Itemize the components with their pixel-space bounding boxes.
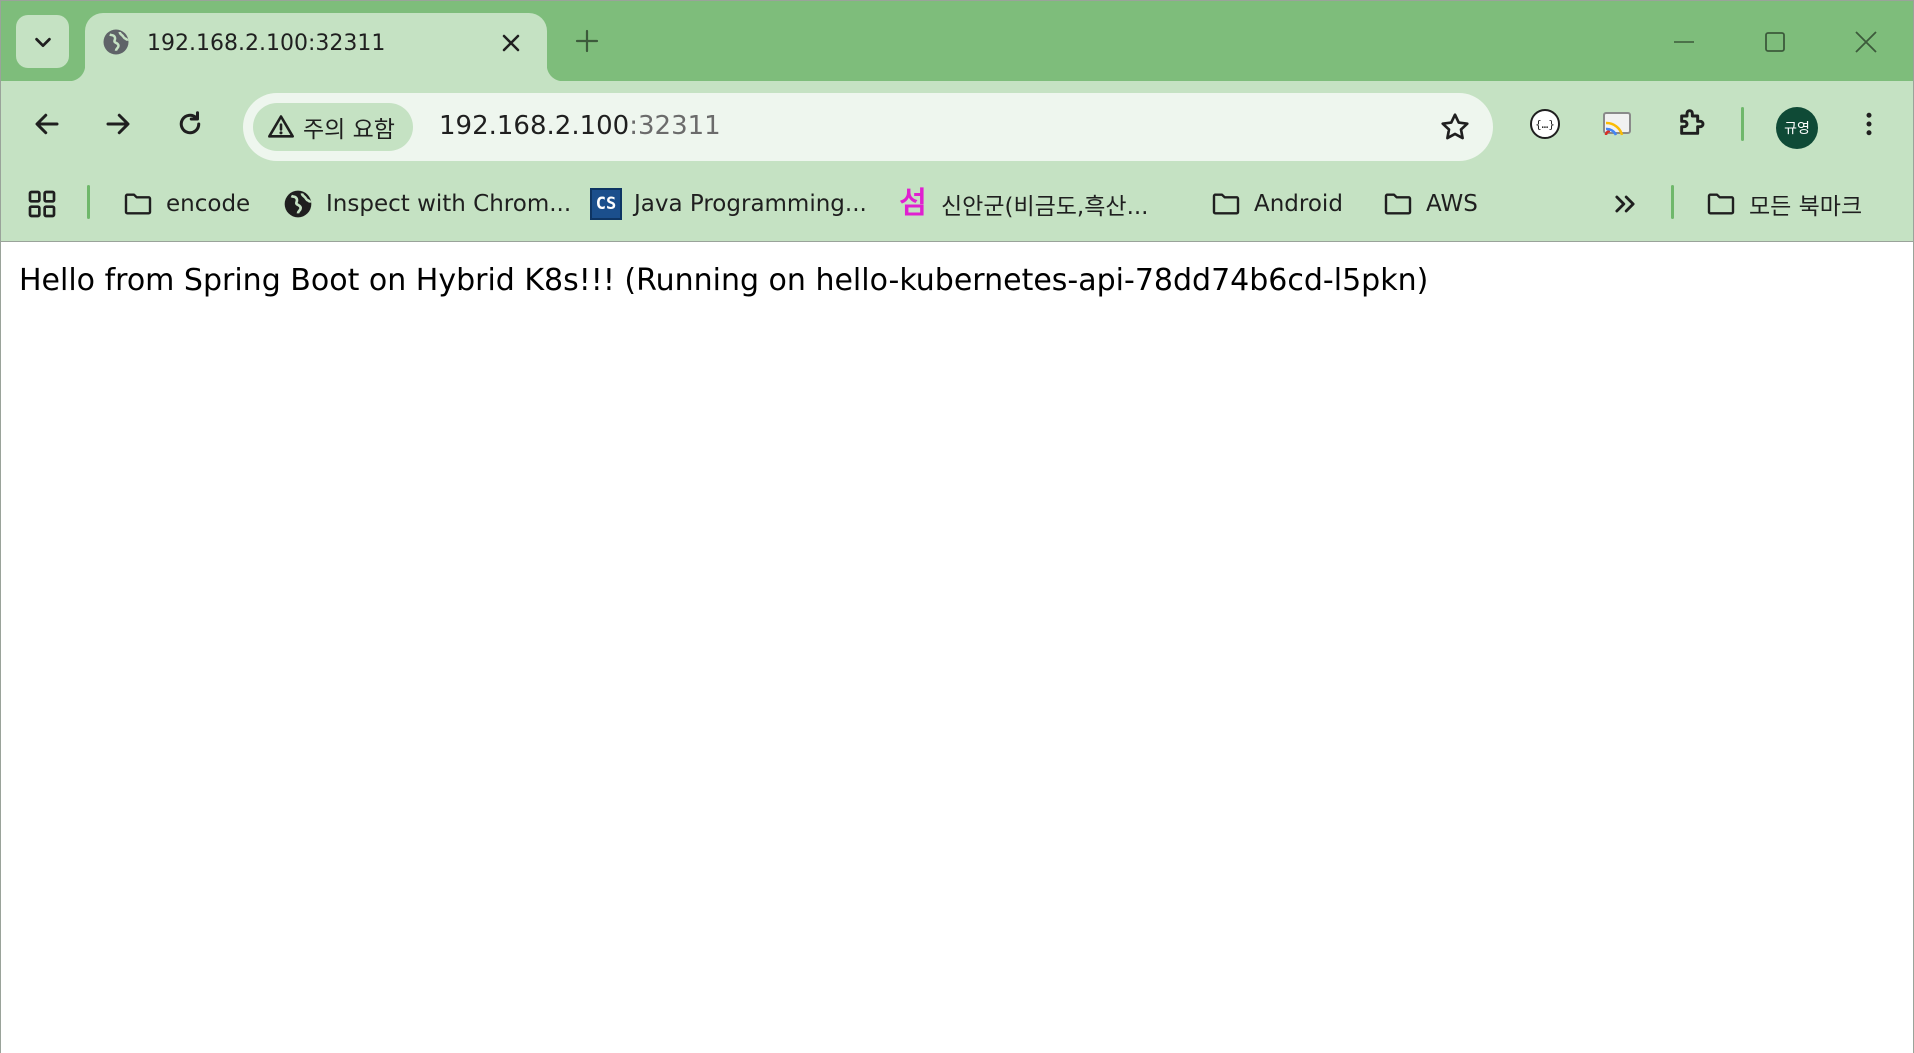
bookmarks-divider: [1671, 185, 1674, 219]
bookmark-android[interactable]: Android: [1210, 181, 1343, 227]
response-text: Hello from Spring Boot on Hybrid K8s!!! …: [19, 263, 1429, 298]
bookmarks-divider: [87, 185, 90, 219]
bookmark-encode[interactable]: encode: [122, 181, 250, 227]
cast-extension[interactable]: [1592, 99, 1642, 149]
toolbar-divider: [1741, 107, 1744, 141]
url-text[interactable]: 192.168.2.100:32311: [439, 111, 721, 141]
tab-title: 192.168.2.100:32311: [147, 31, 386, 56]
apps-grid-icon: [28, 190, 56, 218]
chevron-down-icon: [34, 37, 51, 47]
json-braces-icon: {…}: [1530, 109, 1560, 139]
security-chip-label: 주의 요함: [303, 117, 395, 143]
maximize-icon: [1765, 32, 1785, 52]
forward-button[interactable]: [93, 99, 143, 149]
cs-icon: CS: [590, 188, 622, 220]
seom-icon: 섬: [899, 186, 927, 221]
browser-window: 192.168.2.100:32311 주의 요함 192.168.2.100:…: [0, 0, 1914, 1053]
all-bookmarks-button[interactable]: 모든 북마크: [1705, 181, 1862, 227]
cast-icon: [1603, 112, 1631, 136]
security-chip[interactable]: 주의 요함: [253, 103, 413, 151]
page-content: Hello from Spring Boot on Hybrid K8s!!! …: [1, 243, 1913, 1053]
svg-text:{…}: {…}: [1535, 118, 1555, 131]
reload-button[interactable]: [165, 99, 215, 149]
reload-icon: [179, 111, 201, 135]
tab-close-button[interactable]: [495, 27, 527, 59]
window-close-button[interactable]: [1836, 17, 1896, 67]
more-vertical-icon: [1866, 112, 1872, 136]
folder-icon: [1705, 188, 1737, 220]
bookmark-label: encode: [166, 191, 251, 217]
new-tab-button[interactable]: [567, 21, 607, 61]
bookmark-label: Inspect with Chrom...: [326, 191, 572, 217]
minimize-button[interactable]: [1654, 17, 1714, 67]
tab-search-button[interactable]: [16, 15, 69, 68]
folder-icon: [1382, 188, 1414, 220]
json-formatter-extension[interactable]: {…}: [1520, 99, 1570, 149]
bookmarks-overflow-button[interactable]: [1611, 181, 1639, 227]
arrow-left-icon: [35, 113, 59, 135]
bookmark-label: Java Programming...: [634, 191, 867, 217]
url-port: :32311: [629, 111, 721, 141]
apps-button[interactable]: [26, 181, 58, 227]
bookmark-label: 신안군(비금도,흑산...: [941, 194, 1149, 220]
menu-button[interactable]: [1844, 99, 1894, 149]
close-icon: [502, 34, 520, 52]
bookmark-aws[interactable]: AWS: [1382, 181, 1478, 227]
minimize-icon: [1674, 41, 1694, 43]
bookmark-inspect-with-chrome[interactable]: Inspect with Chrom...: [282, 181, 571, 227]
maximize-button[interactable]: [1745, 17, 1805, 67]
puzzle-icon: [1680, 109, 1705, 135]
bookmark-sinangun[interactable]: 섬 신안군(비금도,흑산...: [897, 181, 1149, 227]
star-icon: [1441, 113, 1469, 140]
url-host: 192.168.2.100: [439, 111, 630, 141]
folder-icon: [1210, 188, 1242, 220]
bookmark-label: Android: [1254, 191, 1343, 217]
bookmarks-bar: encode Inspect with Chrom... CS Java Pro…: [1, 167, 1913, 242]
extensions-button[interactable]: [1666, 99, 1716, 149]
folder-icon: [122, 188, 154, 220]
back-button[interactable]: [22, 99, 72, 149]
arrow-right-icon: [106, 113, 130, 135]
bookmark-label: AWS: [1426, 191, 1478, 217]
globe-icon: [103, 29, 129, 55]
toolbar: 주의 요함 192.168.2.100:32311 {…}: [1, 81, 1913, 167]
all-bookmarks-label: 모든 북마크: [1749, 194, 1863, 220]
close-icon: [1855, 31, 1877, 53]
bookmark-star-button[interactable]: [1437, 109, 1473, 145]
tab-strip: 192.168.2.100:32311: [1, 1, 1913, 81]
warning-icon: [268, 115, 294, 138]
tab-active[interactable]: 192.168.2.100:32311: [69, 13, 563, 81]
double-chevron-right-icon: [1615, 195, 1635, 213]
profile-avatar[interactable]: 규영: [1776, 107, 1818, 149]
bookmark-java-programming[interactable]: CS Java Programming...: [590, 181, 867, 227]
plus-icon: [575, 29, 599, 53]
globe-icon: [282, 188, 314, 220]
address-bar[interactable]: 주의 요함 192.168.2.100:32311: [243, 93, 1493, 161]
